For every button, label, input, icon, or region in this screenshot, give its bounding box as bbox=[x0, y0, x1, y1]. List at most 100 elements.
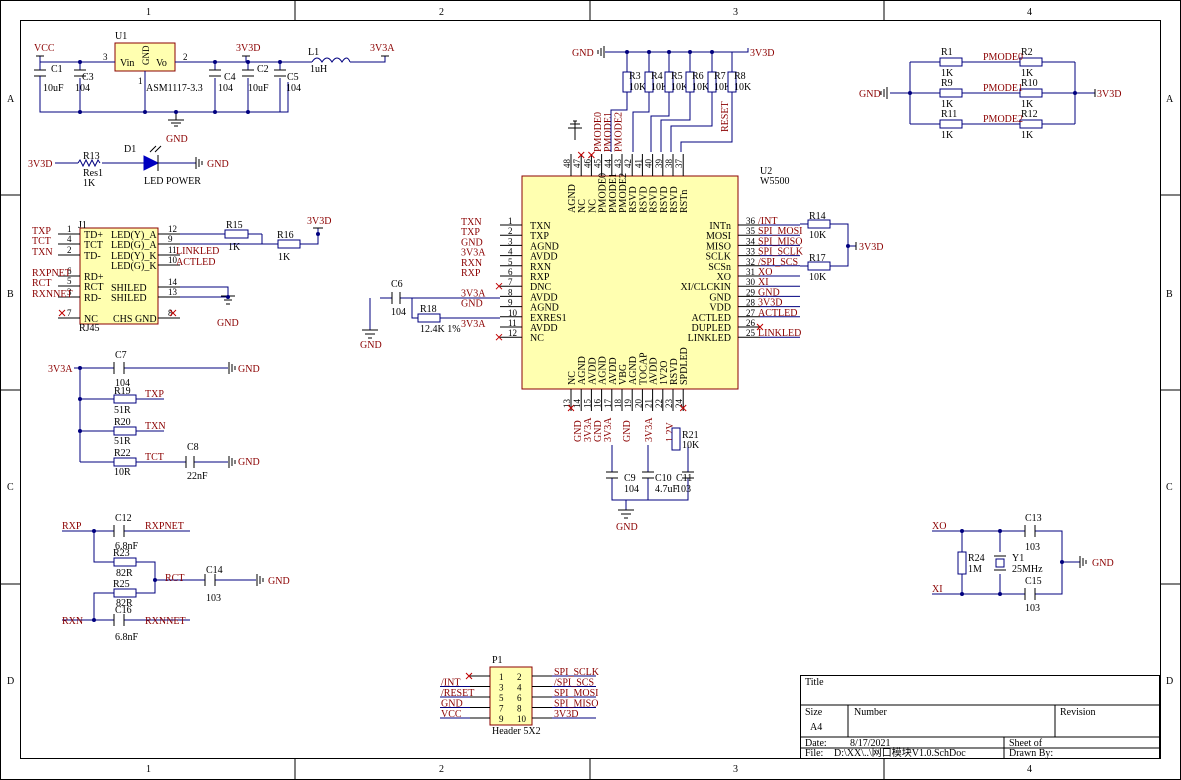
r17-value: 10K bbox=[809, 272, 827, 283]
c4-value: 104 bbox=[218, 83, 233, 94]
v33d-label-reg: 3V3D bbox=[236, 43, 260, 54]
title-label: Title bbox=[805, 677, 824, 688]
u2-top-pin-num: 42 bbox=[623, 159, 633, 168]
rxn-net-filter: RXN bbox=[62, 616, 83, 627]
linkled-net-rj45: LINKLED bbox=[176, 246, 219, 257]
c10-ref: C10 bbox=[655, 473, 672, 484]
j1-right-pin-num: 8 bbox=[168, 308, 173, 318]
r19-value: 51R bbox=[114, 405, 131, 416]
u2-left-pin-num: 1 bbox=[508, 216, 513, 226]
r15-ref: R15 bbox=[226, 220, 243, 231]
u2-left-pin-num: 8 bbox=[508, 287, 513, 297]
c14-ref: C14 bbox=[206, 565, 223, 576]
gnd-label-term-top: GND bbox=[238, 364, 260, 375]
r24-ref: R24 bbox=[968, 553, 985, 564]
r18-value: 12.4K 1% bbox=[420, 324, 461, 335]
header-section: P1 Header 5X2 13/INT 5/RESET 7 GND 9 VCC 2 SPI_… bbox=[440, 655, 600, 737]
u2-right-pin-num: 30 bbox=[746, 277, 756, 287]
r14-value: 10K bbox=[809, 230, 827, 241]
gnd-label-crystal: GND bbox=[1092, 558, 1114, 569]
drawn-by-label: Drawn By: bbox=[1009, 748, 1053, 759]
j1-left-pin-num: 1 bbox=[67, 224, 72, 234]
pullup-ref: R8 bbox=[734, 71, 746, 82]
j1-right-pin-num: 14 bbox=[168, 277, 178, 287]
v33d-label-pmode: 3V3D bbox=[1097, 89, 1121, 100]
p1-part: Header 5X2 bbox=[492, 726, 541, 737]
u2-top-pin-name: RSTn bbox=[679, 190, 690, 213]
c2-ref: C2 bbox=[257, 64, 269, 75]
p1-left-net: VCC bbox=[441, 709, 462, 720]
v33d-label-rj45: 3V3D bbox=[307, 216, 331, 227]
c1-value: 10uF bbox=[43, 83, 64, 94]
u2-top-pin-num: 37 bbox=[674, 159, 684, 169]
regulator-section: U1 Vin Vo GND ASM1117-3.3 3 2 1 VCC 3V3D… bbox=[34, 31, 395, 145]
u2-right-pin-num: 33 bbox=[746, 247, 756, 257]
c6-ref: C6 bbox=[391, 279, 403, 290]
j1-left-pin-num: 7 bbox=[67, 308, 72, 318]
u2-left-pin-num: 12 bbox=[508, 328, 517, 338]
u1-ref: U1 bbox=[115, 31, 127, 42]
u2-top-pin-num: 45 bbox=[593, 159, 603, 169]
reset-net-u2: RESET bbox=[720, 101, 731, 132]
u1-part: ASM1117-3.3 bbox=[146, 83, 203, 94]
pmode-resistor-a bbox=[939, 119, 963, 129]
c2-value: 10uF bbox=[248, 83, 269, 94]
c11-value: 103 bbox=[676, 484, 691, 495]
frame-row-c-left: C bbox=[7, 482, 14, 493]
u2-right-pin-num: 35 bbox=[746, 226, 756, 236]
frame-col-1-bottom: 1 bbox=[146, 764, 151, 775]
j1-left-pin-name: RD- bbox=[84, 293, 101, 304]
size-value: A4 bbox=[810, 722, 822, 733]
frame-col-1-top: 1 bbox=[146, 7, 151, 18]
u1-pin-vin: Vin bbox=[120, 58, 134, 69]
u2-top-pin-num: 47 bbox=[572, 159, 582, 169]
u2-left-pin-num: 6 bbox=[508, 267, 513, 277]
size-label: Size bbox=[805, 707, 823, 718]
u1-pin1: 1 bbox=[138, 76, 143, 86]
r16-ref: R16 bbox=[277, 230, 294, 241]
u1-pin2: 2 bbox=[183, 52, 188, 62]
j1-left-pin-num: 2 bbox=[67, 245, 72, 255]
p1-left-net: /RESET bbox=[441, 688, 474, 699]
c10-value: 4.7uF bbox=[655, 484, 679, 495]
j1-left-pin-name: RCT bbox=[84, 282, 103, 293]
u2-right-pin-num: 34 bbox=[746, 236, 756, 246]
c8-ref: C8 bbox=[187, 442, 199, 453]
pmode-resistor-a bbox=[939, 57, 963, 67]
c3-value: 104 bbox=[75, 83, 90, 94]
u2-bottom-net: GND bbox=[622, 420, 633, 442]
p1-right-net: SPI_MISO bbox=[554, 699, 598, 710]
u2-bottom-pin-num: 15 bbox=[582, 399, 592, 409]
p1-left-pin-num: 1 bbox=[499, 672, 504, 682]
rj45-section: J1 RJ45 1TD+TXP4TCTTCT2TD-TXN6RD+RXPNET5… bbox=[32, 216, 331, 334]
r13-ohms: 1K bbox=[83, 178, 96, 189]
pmode-net: PMODE2 bbox=[983, 114, 1023, 125]
gnd-label-u2top: GND bbox=[572, 48, 594, 59]
p1-right-net: SPI_MOSI bbox=[554, 688, 598, 699]
p1-right-pin-num: 4 bbox=[517, 683, 522, 693]
r21-value: 10K bbox=[682, 440, 700, 451]
u2-top-pin-num: 39 bbox=[654, 159, 664, 169]
pmode-resistor-a bbox=[939, 88, 963, 98]
v33a-label-term: 3V3A bbox=[48, 364, 73, 375]
d1-ref: D1 bbox=[124, 144, 136, 155]
pullup-ref: R3 bbox=[629, 71, 641, 82]
p1-left-pin-num: 7 bbox=[499, 704, 504, 714]
c9-ref: C9 bbox=[624, 473, 636, 484]
pullup-value: 10K bbox=[629, 82, 647, 93]
pmode-section: R11KR21KPMODE0R91KR101KPMODE1R111KR121KP… bbox=[859, 47, 1121, 141]
title-block: Title Size A4 Number Revision Date: 8/17… bbox=[800, 675, 1160, 759]
p1-ref: P1 bbox=[492, 655, 503, 666]
rx-filter-section: RXP RXPNET RXN RXNNET RCT GND C12 6.8nF … bbox=[62, 513, 290, 643]
revision-label: Revision bbox=[1060, 707, 1096, 718]
j1-right-pin-num: 12 bbox=[168, 224, 177, 234]
c6-value: 104 bbox=[391, 307, 406, 318]
u2-bottom-net: 3V3A bbox=[603, 417, 614, 442]
xi-net-crystal: XI bbox=[932, 584, 943, 595]
p1-right-net: 3V3D bbox=[554, 709, 578, 720]
p1-left-net: GND bbox=[441, 699, 463, 710]
j1-right-pin-name: LED(G)_A bbox=[111, 240, 157, 251]
c8-value: 22nF bbox=[187, 471, 208, 482]
j1-left-net: RCT bbox=[32, 278, 51, 289]
j1-left-net: RXNNET bbox=[32, 289, 73, 300]
